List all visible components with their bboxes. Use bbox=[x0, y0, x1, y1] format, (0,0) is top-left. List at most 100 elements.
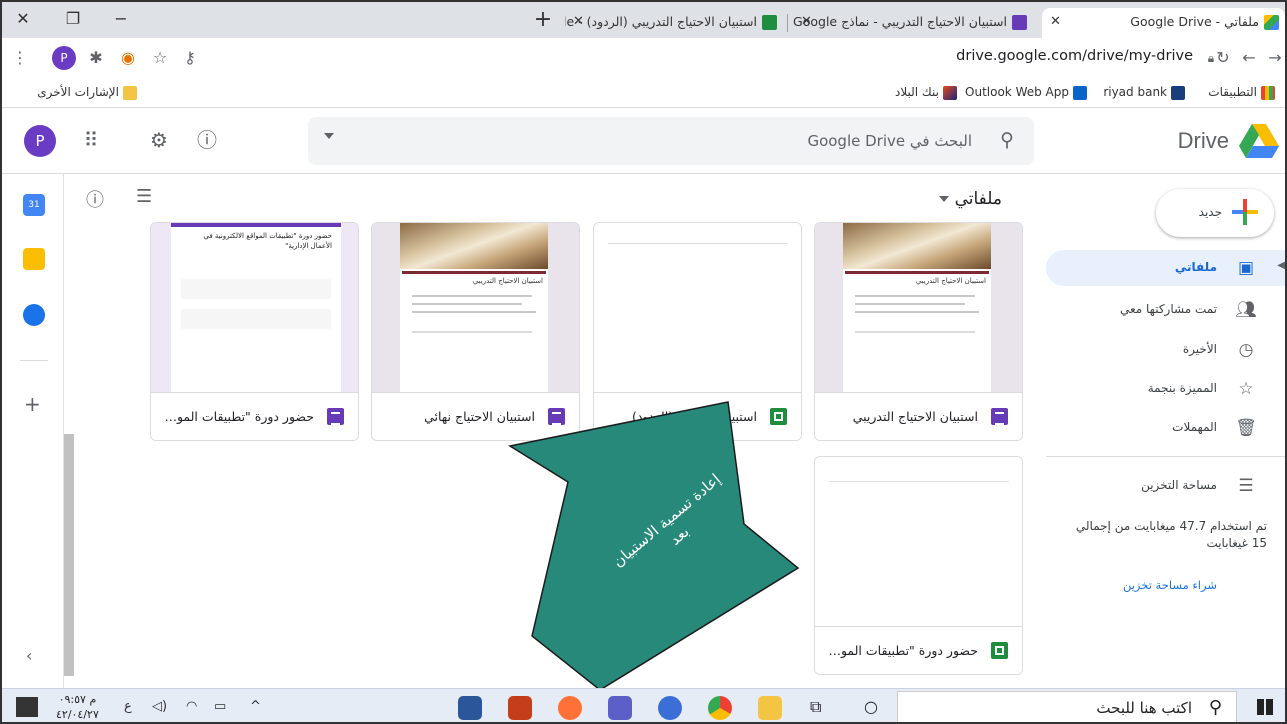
list-view-icon[interactable]: ☰ bbox=[136, 186, 152, 207]
battery-icon[interactable]: ▭ bbox=[214, 699, 226, 714]
wifi-icon[interactable]: ◠ bbox=[186, 699, 197, 714]
file-card[interactable]: حضور دورة "تطبيقات المواقع ... bbox=[814, 456, 1023, 675]
new-button[interactable]: جديد bbox=[1156, 189, 1274, 237]
search-icon[interactable]: ⚲ bbox=[1000, 129, 1014, 151]
taskbar-search[interactable]: ⚲ اكتب هنا للبحث bbox=[897, 691, 1237, 722]
file-explorer-icon[interactable] bbox=[758, 696, 782, 720]
close-window-icon[interactable]: ✕ bbox=[8, 6, 38, 32]
profile-icon[interactable]: P bbox=[52, 46, 76, 70]
clock[interactable]: م ٠٩:٥٧ ٤٢/٠٤/٢٧ bbox=[56, 692, 99, 722]
shared-icon: 👥︎ bbox=[1235, 300, 1257, 320]
close-tab-icon[interactable]: ✕ bbox=[801, 8, 812, 36]
bookmark-albilad[interactable]: بنك البلاد bbox=[895, 85, 957, 100]
tab-drive[interactable]: ملفاتي - Google Drive ✕ bbox=[1042, 8, 1285, 38]
avatar[interactable]: P bbox=[24, 125, 56, 157]
file-name: حضور دورة "تطبيقات المواقع ... bbox=[828, 643, 978, 658]
file-thumbnail: استبيان الاحتياج التدريبي bbox=[815, 223, 1022, 393]
bookmark-star-icon[interactable]: ☆ bbox=[148, 46, 172, 70]
task-view-icon[interactable]: ⧉ bbox=[810, 697, 821, 717]
search-options-icon[interactable] bbox=[324, 133, 334, 139]
search-input[interactable]: اكتب هنا للبحث bbox=[1096, 699, 1192, 717]
minimize-window-icon[interactable]: − bbox=[106, 6, 136, 32]
screen: ✕ ❐ − + استبيان الاحتياج التدريبي (الردو… bbox=[0, 0, 1287, 724]
bookmark-label: الإشارات الأخرى bbox=[37, 85, 119, 99]
sidebar-item-label: مساحة التخزين bbox=[1141, 478, 1217, 492]
powerpoint-icon[interactable] bbox=[508, 696, 532, 720]
new-button-label: جديد bbox=[1198, 205, 1222, 219]
file-card[interactable]: استبيان الاحتياج التدريبي استبيان الاحتي… bbox=[814, 222, 1023, 441]
details-info-icon[interactable]: ⓘ bbox=[86, 186, 104, 212]
password-key-icon[interactable]: ⚷ bbox=[178, 46, 202, 70]
buy-storage-link[interactable]: شراء مساحة تخزين bbox=[1123, 578, 1217, 592]
close-tab-icon[interactable]: ✕ bbox=[1050, 8, 1061, 36]
apps-grid-icon[interactable]: ⠿ bbox=[76, 125, 106, 155]
drive-sidebar: جديد ▣ ملفاتي ◀ 👥︎ تمت مشاركتها معي ◷ ال… bbox=[1044, 174, 1285, 688]
file-card[interactable]: حضور دورة "تطبيقات المواقع الالكترونية ف… bbox=[150, 222, 359, 441]
notification-icon[interactable] bbox=[16, 697, 38, 717]
cortana-icon[interactable]: ○ bbox=[864, 697, 878, 716]
breadcrumb[interactable]: ملفاتي bbox=[938, 189, 1002, 209]
rail-divider bbox=[20, 360, 48, 361]
tray-expand-icon[interactable]: ^ bbox=[250, 699, 261, 714]
sidebar-item-my-drive[interactable]: ▣ ملفاتي ◀ bbox=[1046, 250, 1285, 286]
keep-icon[interactable] bbox=[23, 248, 45, 270]
bookmark-apps[interactable]: التطبيقات bbox=[1208, 85, 1275, 100]
windows-start-icon[interactable] bbox=[1257, 699, 1273, 715]
bookmark-riyad[interactable]: riyad bank bbox=[1103, 85, 1185, 100]
forward-icon[interactable]: → bbox=[1263, 46, 1285, 70]
trash-icon: 🗑︎ bbox=[1235, 418, 1257, 438]
help-icon[interactable]: ⓘ bbox=[192, 125, 222, 155]
bookmark-outlook[interactable]: Outlook Web App bbox=[965, 85, 1087, 100]
sidebar-item-label: ملفاتي bbox=[1174, 260, 1217, 274]
sidebar-item-label: الأخيرة bbox=[1182, 342, 1217, 356]
app-icon[interactable] bbox=[658, 696, 682, 720]
search-box[interactable]: البحث في Google Drive ⚲ bbox=[308, 117, 1034, 165]
sidebar-item-storage[interactable]: ☰ مساحة التخزين bbox=[1044, 468, 1285, 504]
tab-responses-sheet[interactable]: استبيان الاحتياج التدريبي (الردود) - Goo… bbox=[565, 8, 783, 38]
sidebar-item-trash[interactable]: 🗑︎ المهملات bbox=[1044, 410, 1285, 446]
file-name: استبيان الاحتياج التدريبي bbox=[852, 409, 978, 424]
calendar-icon[interactable]: 31 bbox=[23, 194, 45, 216]
scrollbar[interactable] bbox=[64, 434, 74, 676]
clock-time: م ٠٩:٥٧ bbox=[58, 693, 97, 706]
search-input[interactable]: البحث في Google Drive bbox=[807, 132, 972, 150]
bookmark-label: Outlook Web App bbox=[965, 85, 1069, 99]
forms-icon bbox=[1012, 15, 1027, 30]
close-tab-icon[interactable]: ✕ bbox=[573, 8, 584, 36]
settings-gear-icon[interactable]: ⚙ bbox=[144, 125, 174, 155]
sidebar-item-shared[interactable]: 👥︎ تمت مشاركتها معي bbox=[1044, 292, 1285, 328]
menu-dots-icon[interactable]: ⋮ bbox=[8, 46, 32, 70]
teams-icon[interactable] bbox=[608, 696, 632, 720]
star-icon: ☆ bbox=[1238, 379, 1254, 399]
volume-icon[interactable]: ◁) bbox=[152, 699, 167, 714]
sidebar-divider bbox=[1046, 456, 1285, 457]
riyad-bank-icon bbox=[1171, 85, 1185, 100]
browser-tab-strip: ✕ ❐ − + استبيان الاحتياج التدريبي (الردو… bbox=[2, 2, 1285, 38]
language-indicator[interactable]: ع bbox=[124, 699, 132, 714]
address-bar[interactable]: drive.google.com/drive/my-drive bbox=[956, 48, 1193, 64]
expand-arrow-icon[interactable]: ◀ bbox=[1277, 260, 1285, 271]
tab-form[interactable]: استبيان الاحتياج التدريبي - نماذج Google… bbox=[793, 8, 1033, 38]
back-icon[interactable]: ← bbox=[1237, 46, 1261, 70]
chrome-icon[interactable] bbox=[708, 696, 732, 720]
extensions-icon[interactable]: ✱ bbox=[84, 46, 108, 70]
new-tab-button[interactable]: + bbox=[530, 8, 556, 34]
drive-logo-text[interactable]: Drive bbox=[1178, 128, 1229, 154]
reload-icon[interactable]: ↻ bbox=[1211, 46, 1235, 70]
tasks-icon[interactable] bbox=[23, 304, 45, 326]
extension-icon[interactable]: ◉ bbox=[116, 46, 140, 70]
storage-icon: ☰ bbox=[1238, 476, 1254, 496]
bookmark-other[interactable]: الإشارات الأخرى bbox=[37, 85, 137, 100]
add-addon-icon[interactable]: + bbox=[24, 392, 41, 416]
firefox-icon[interactable] bbox=[558, 696, 582, 720]
sidebar-item-starred[interactable]: ☆ المميزة بنجمة bbox=[1044, 371, 1285, 407]
drive-logo-icon[interactable] bbox=[1239, 124, 1279, 158]
sidebar-item-recent[interactable]: ◷ الأخيرة bbox=[1044, 332, 1285, 368]
word-icon[interactable] bbox=[458, 696, 482, 720]
page-title: ملفاتي bbox=[954, 189, 1002, 209]
collapse-panel-icon[interactable]: ‹ bbox=[26, 646, 32, 665]
thumbnail-title: استبيان الاحتياج التدريبي bbox=[915, 277, 986, 285]
main-toolbar: ⓘ ☰ ملفاتي bbox=[64, 174, 1044, 222]
file-thumbnail bbox=[594, 223, 801, 393]
restore-window-icon[interactable]: ❐ bbox=[58, 6, 88, 32]
